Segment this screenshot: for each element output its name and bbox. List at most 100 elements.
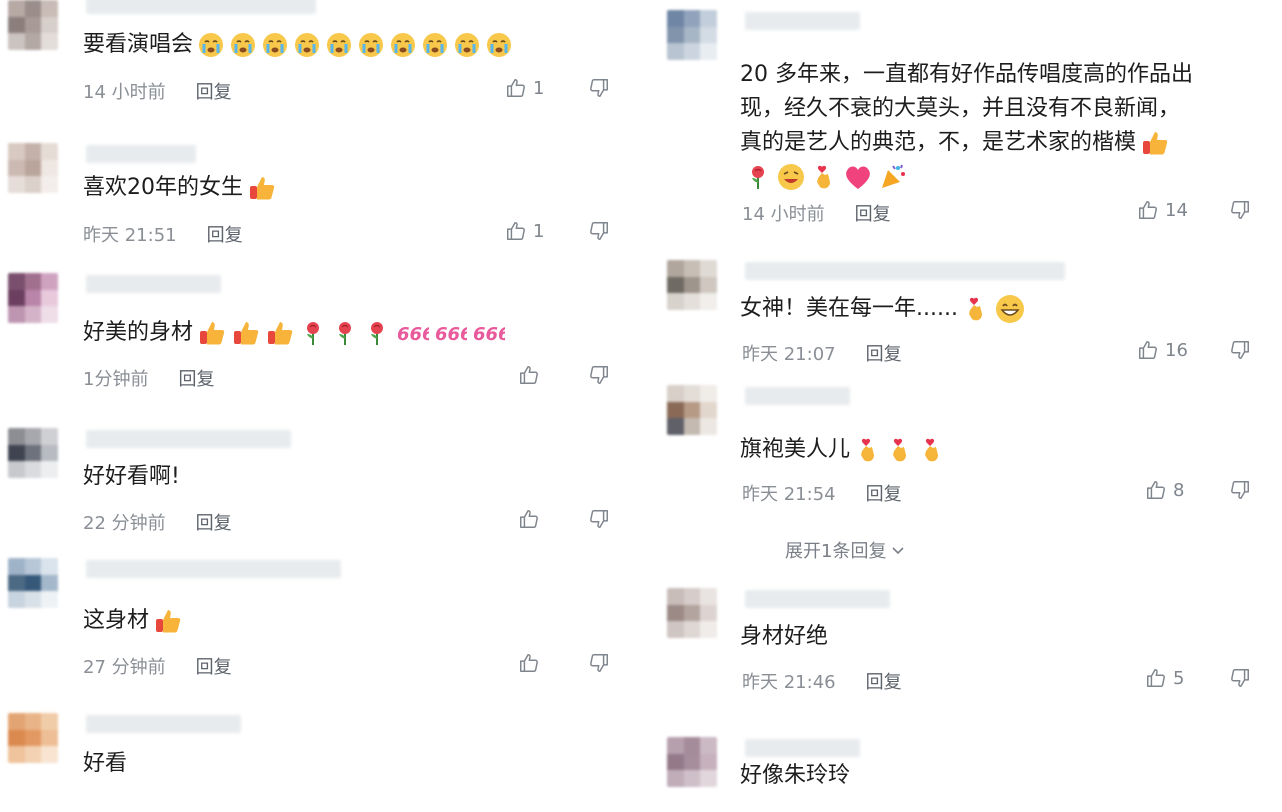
reply-button[interactable]: 回复 xyxy=(207,221,243,247)
like-button[interactable]: 8 xyxy=(1145,479,1184,501)
timestamp: 14 小时前 xyxy=(742,204,825,225)
dislike-button[interactable] xyxy=(1229,199,1251,221)
emoji-row xyxy=(850,437,946,462)
like-button[interactable]: 1 xyxy=(505,77,544,99)
expand-replies-button[interactable]: 展开1条回复 xyxy=(785,537,906,563)
reply-button[interactable]: 回复 xyxy=(866,668,902,694)
cry-emoji-icon xyxy=(453,31,481,59)
comment-text: 好像朱玲玲 xyxy=(740,763,851,788)
emoji-row xyxy=(958,295,1026,323)
like-button[interactable] xyxy=(518,364,546,386)
timestamp: 1分钟前 xyxy=(83,369,149,390)
left-comment-column: 要看演唱会 14 小时前 回复 1 喜欢20年的女生 昨天 21:51 回复 1 xyxy=(8,0,628,812)
like-button[interactable]: 1 xyxy=(505,220,544,242)
reply-button[interactable]: 回复 xyxy=(196,653,232,679)
emoji-row xyxy=(193,32,513,57)
comment-text: 好看 xyxy=(83,751,128,776)
cry-emoji-icon xyxy=(421,31,449,59)
avatar[interactable] xyxy=(8,558,58,608)
username-blurred[interactable] xyxy=(745,739,860,757)
like-count: 1 xyxy=(533,77,545,99)
reply-button[interactable]: 回复 xyxy=(196,509,232,535)
avatar[interactable] xyxy=(8,143,58,193)
six-emoji-icon: 666 xyxy=(471,321,505,345)
thumbs-emoji-icon xyxy=(1140,128,1170,158)
timestamp: 14 小时前 xyxy=(83,82,166,103)
reply-button[interactable]: 回复 xyxy=(855,200,891,226)
comment-meta: 昨天 21:07 回复 xyxy=(742,340,902,366)
dislike-button[interactable] xyxy=(1229,667,1251,689)
reply-button[interactable]: 回复 xyxy=(196,78,232,104)
username-blurred[interactable] xyxy=(86,145,196,163)
avatar[interactable] xyxy=(667,588,717,638)
username-blurred[interactable] xyxy=(745,590,890,608)
timestamp: 昨天 21:54 xyxy=(742,484,836,505)
thumbs-emoji-icon xyxy=(231,318,261,348)
username-blurred[interactable] xyxy=(745,387,850,405)
dislike-button[interactable] xyxy=(1229,339,1251,361)
thumbs-up-icon xyxy=(505,220,527,242)
party-emoji-icon xyxy=(878,162,908,192)
comment-text: 20 多年来，一直都有好作品传唱度高的作品出 现，经久不衰的大莫头，并且没有不良… xyxy=(740,58,1193,194)
fingerheart-emoji-icon xyxy=(810,162,838,192)
comment-text: 这身材 xyxy=(83,604,183,638)
thumbs-down-icon xyxy=(588,77,610,99)
dislike-button[interactable] xyxy=(588,364,610,386)
dislike-button[interactable] xyxy=(588,508,610,530)
like-count: 8 xyxy=(1173,479,1185,501)
emoji-row: 666 666 666 xyxy=(193,320,505,345)
username-blurred[interactable] xyxy=(745,12,860,30)
dislike-button[interactable] xyxy=(588,652,610,674)
rose-emoji-icon xyxy=(331,319,359,347)
avatar[interactable] xyxy=(8,713,58,763)
username-blurred[interactable] xyxy=(86,275,221,293)
thumbs-up-icon xyxy=(1145,667,1167,689)
emoji-row xyxy=(1136,130,1170,155)
comment-meta: 14 小时前 回复 xyxy=(742,200,891,226)
dislike-button[interactable] xyxy=(1229,479,1251,501)
like-button[interactable]: 16 xyxy=(1137,339,1188,361)
cry-emoji-icon xyxy=(261,31,289,59)
like-count: 16 xyxy=(1165,339,1188,361)
username-blurred[interactable] xyxy=(86,560,341,578)
comment-text: 旗袍美人儿 xyxy=(740,433,946,467)
fingerheart-emoji-icon xyxy=(918,435,946,465)
avatar[interactable] xyxy=(8,273,58,323)
reply-button[interactable]: 回复 xyxy=(866,480,902,506)
avatar[interactable] xyxy=(667,385,717,435)
username-blurred[interactable] xyxy=(86,0,316,14)
reply-button[interactable]: 回复 xyxy=(178,365,214,391)
comment-text: 好好看啊! xyxy=(83,464,180,489)
dislike-button[interactable] xyxy=(588,220,610,242)
like-button[interactable]: 5 xyxy=(1145,667,1184,689)
avatar[interactable] xyxy=(8,0,58,50)
like-button[interactable] xyxy=(518,652,546,674)
comment-meta: 昨天 21:51 回复 xyxy=(83,221,243,247)
fingerheart-emoji-icon xyxy=(886,435,914,465)
username-blurred[interactable] xyxy=(86,715,241,733)
avatar[interactable] xyxy=(8,428,58,478)
avatar[interactable] xyxy=(667,737,717,787)
timestamp: 昨天 21:51 xyxy=(83,225,177,246)
fingerheart-emoji-icon xyxy=(854,435,882,465)
avatar[interactable] xyxy=(667,10,717,60)
like-button[interactable] xyxy=(518,508,546,530)
comment-meta: 昨天 21:54 回复 xyxy=(742,480,902,506)
comment-text: 身材好绝 xyxy=(740,624,829,649)
username-blurred[interactable] xyxy=(86,430,291,448)
comment-meta: 14 小时前 回复 xyxy=(83,78,232,104)
username-blurred[interactable] xyxy=(745,262,1065,280)
thumbs-down-icon xyxy=(588,508,610,530)
avatar[interactable] xyxy=(667,260,717,310)
comment-text: 女神！美在每一年...... xyxy=(740,292,1026,326)
like-button[interactable]: 14 xyxy=(1137,199,1188,221)
dislike-button[interactable] xyxy=(588,77,610,99)
comment-text: 好美的身材666666666 xyxy=(83,316,505,350)
cry-emoji-icon xyxy=(389,31,417,59)
expand-replies-label: 展开1条回复 xyxy=(785,541,887,562)
cry-emoji-icon xyxy=(229,31,257,59)
right-comment-column: 20 多年来，一直都有好作品传唱度高的作品出 现，经久不衰的大莫头，并且没有不良… xyxy=(667,0,1267,812)
reply-button[interactable]: 回复 xyxy=(866,340,902,366)
thumbs-up-icon xyxy=(1137,199,1159,221)
thumbs-emoji-icon xyxy=(197,318,227,348)
